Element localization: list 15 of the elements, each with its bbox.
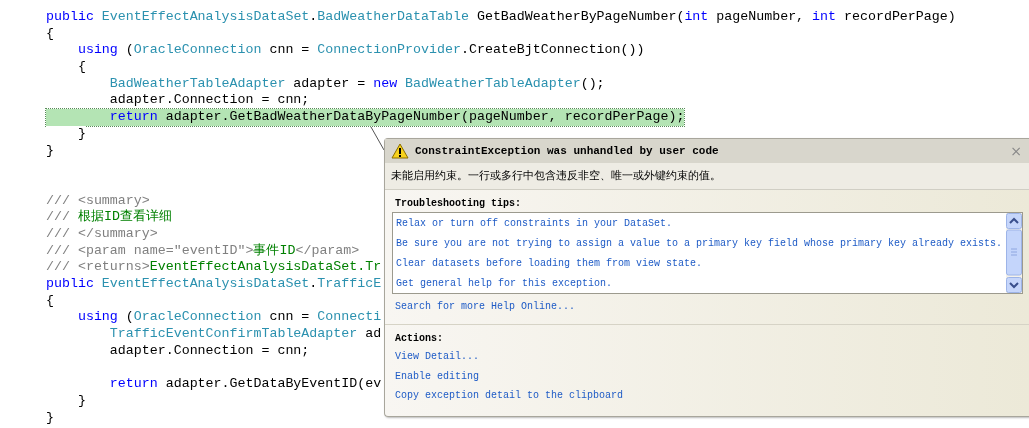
- exception-message: 未能启用约束。一行或多行中包含违反非空、唯一或外键约束的值。: [385, 163, 1029, 190]
- section-heading: Actions:: [394, 332, 444, 346]
- popup-title: ConstraintException was unhandled by user code: [415, 145, 720, 157]
- scrollbar[interactable]: [1006, 213, 1022, 293]
- tip-link[interactable]: Be sure you are not trying to assign a value to a primary key field whose primary key already exists.: [393, 234, 1006, 254]
- tip-link[interactable]: Relax or turn off constraints in your DataSet.: [393, 214, 1006, 234]
- section-heading: Troubleshooting tips:: [394, 197, 523, 211]
- help-link[interactable]: Search for more Help Online...: [395, 297, 1020, 317]
- tip-link[interactable]: Get general help for this exception.: [393, 274, 1006, 294]
- tip-link[interactable]: Clear datasets before loading them from view state.: [393, 254, 1006, 274]
- action-link[interactable]: Enable editing: [395, 366, 1020, 386]
- leader-line: [368, 126, 386, 152]
- action-link[interactable]: View Detail...: [395, 347, 1020, 367]
- warning-icon: [391, 143, 409, 159]
- action-link[interactable]: Copy exception detail to the clipboard: [395, 386, 1020, 406]
